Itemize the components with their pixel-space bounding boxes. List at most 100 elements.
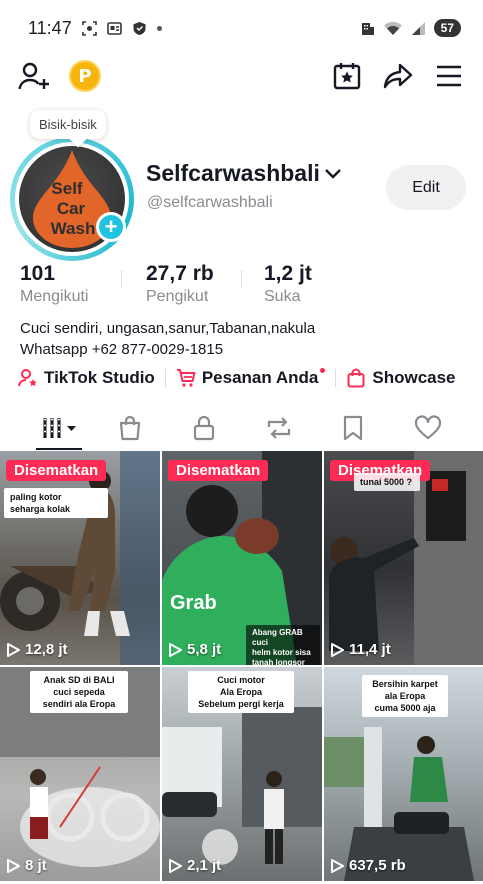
stat-followers[interactable]: 27,7 rb Pengikut bbox=[146, 262, 214, 306]
orders-label: Pesanan Anda bbox=[201, 368, 319, 387]
hamburger-menu-icon bbox=[437, 65, 461, 87]
tab-liked[interactable] bbox=[403, 408, 453, 448]
stat-following[interactable]: 101 Mengikuti bbox=[20, 262, 88, 306]
stat-divider bbox=[241, 270, 242, 288]
view-count: 5,8 jt bbox=[168, 641, 221, 658]
link-divider bbox=[335, 369, 337, 387]
video-thumbnail[interactable]: Disematkan paling kotor seharga kolak 12… bbox=[0, 451, 160, 665]
play-icon bbox=[331, 642, 344, 657]
stat-followers-label: Pengikut bbox=[146, 288, 209, 305]
play-icon bbox=[169, 642, 182, 657]
showcase-link[interactable]: Showcase bbox=[346, 368, 456, 388]
tab-private[interactable] bbox=[179, 408, 229, 448]
pinned-badge: Disematkan bbox=[6, 460, 107, 481]
video-caption: Abang GRAB cuci helm kotor sisa tanah lo… bbox=[246, 625, 320, 665]
display-name-text: Selfcarwashbali bbox=[146, 160, 320, 186]
bookmark-icon bbox=[343, 415, 363, 441]
video-thumbnail[interactable]: Bersihin karpet ala Eropa cuma 5000 aja … bbox=[324, 667, 483, 881]
view-count-text: 637,5 rb bbox=[349, 857, 406, 874]
avatar-logo-text-2: Car bbox=[57, 199, 86, 218]
add-friend-button[interactable] bbox=[16, 58, 52, 94]
svg-text:Grab: Grab bbox=[170, 592, 217, 614]
orders-link[interactable]: Pesanan Anda bbox=[176, 367, 326, 388]
tiktok-studio-link[interactable]: TikTok Studio bbox=[18, 368, 155, 388]
user-star-icon bbox=[18, 369, 37, 387]
dirt-bike-scene bbox=[0, 451, 160, 665]
tab-videos[interactable] bbox=[34, 408, 86, 448]
coin-icon: P bbox=[69, 60, 101, 92]
stat-likes-value: 1,2 jt bbox=[264, 262, 312, 285]
play-icon bbox=[7, 858, 20, 873]
view-count-text: 2,1 jt bbox=[187, 857, 222, 874]
stat-following-value: 101 bbox=[20, 262, 56, 285]
calendar-button[interactable] bbox=[329, 58, 365, 94]
note-bubble[interactable]: Bisik-bisik bbox=[30, 110, 106, 139]
news-icon bbox=[106, 21, 122, 36]
lock-icon bbox=[193, 415, 215, 441]
active-tab-indicator bbox=[36, 448, 82, 450]
add-user-icon bbox=[18, 62, 49, 90]
view-count-text: 8 jt bbox=[25, 857, 47, 874]
shopping-bag-icon bbox=[347, 368, 365, 388]
view-count: 12,8 jt bbox=[6, 641, 68, 658]
play-icon bbox=[331, 858, 344, 873]
video-grid: Disematkan paling kotor seharga kolak 12… bbox=[0, 451, 483, 884]
view-count-text: 5,8 jt bbox=[187, 641, 222, 658]
screenshot-icon bbox=[81, 20, 97, 36]
cart-icon bbox=[176, 369, 196, 387]
tab-reposts[interactable] bbox=[254, 408, 304, 448]
share-button[interactable] bbox=[380, 58, 416, 94]
video-thumbnail[interactable]: Cuci motor Ala Eropa Sebelum pergi kerja… bbox=[162, 667, 322, 881]
video-caption: Cuci motor Ala Eropa Sebelum pergi kerja bbox=[188, 671, 294, 713]
video-caption: paling kotor seharga kolak bbox=[4, 488, 108, 518]
view-count: 8 jt bbox=[6, 857, 47, 874]
tab-shop[interactable] bbox=[105, 408, 155, 448]
edit-profile-button[interactable]: Edit bbox=[386, 165, 466, 210]
bio: Cuci sendiri, ungasan,sanur,Tabanan,naku… bbox=[20, 318, 315, 360]
view-count-text: 11,4 jt bbox=[349, 641, 391, 658]
status-time: 11:47 bbox=[28, 17, 72, 38]
view-count: 637,5 rb bbox=[330, 857, 406, 874]
repost-icon bbox=[267, 417, 291, 439]
calendar-star-icon bbox=[333, 63, 361, 90]
tab-favorites[interactable] bbox=[328, 408, 378, 448]
wifi-icon bbox=[383, 21, 403, 36]
bio-line: Whatsapp +62 877-0029-1815 bbox=[20, 341, 224, 358]
menu-button[interactable] bbox=[431, 58, 467, 94]
stat-following-label: Mengikuti bbox=[20, 288, 89, 305]
view-count-text: 12,8 jt bbox=[25, 641, 68, 658]
plus-icon: + bbox=[104, 214, 118, 239]
video-thumbnail[interactable]: Disematkan tunai 5000 ? 11,4 jt bbox=[324, 451, 483, 665]
avatar-logo-text-1: Self bbox=[51, 179, 83, 198]
stat-likes[interactable]: 1,2 jt Suka bbox=[264, 262, 312, 306]
stat-followers-value: 27,7 rb bbox=[146, 262, 214, 285]
avatar-logo-text-3: Wash bbox=[51, 219, 96, 238]
video-thumbnail[interactable]: Grab Disematkan Abang GRAB cuci helm kot… bbox=[162, 451, 322, 665]
username: @selfcarwashbali bbox=[147, 194, 273, 211]
view-count: 2,1 jt bbox=[168, 857, 221, 874]
add-story-button[interactable]: + bbox=[96, 212, 126, 242]
signal-icon bbox=[411, 21, 426, 36]
display-name[interactable]: Selfcarwashbali bbox=[146, 160, 342, 187]
battery-indicator: 57 bbox=[433, 19, 461, 37]
coins-button[interactable]: P bbox=[67, 58, 103, 94]
stat-divider bbox=[121, 270, 122, 288]
view-count: 11,4 jt bbox=[330, 641, 391, 658]
shopping-bag-icon bbox=[119, 415, 141, 441]
avatar[interactable]: Self Car Wash bbox=[10, 137, 134, 261]
video-caption: Bersihin karpet ala Eropa cuma 5000 aja bbox=[362, 675, 448, 717]
share-arrow-icon bbox=[383, 63, 413, 89]
grid-videos-icon bbox=[43, 418, 76, 438]
video-caption: tunai 5000 ? bbox=[354, 473, 420, 491]
chevron-down-icon bbox=[325, 168, 341, 179]
video-thumbnail[interactable]: Anak SD di BALI cuci sepeda sendiri ala … bbox=[0, 667, 160, 881]
shield-icon bbox=[132, 21, 147, 36]
status-bar: 11:47 57 bbox=[0, 0, 483, 56]
content-tabs bbox=[0, 408, 483, 450]
play-icon bbox=[169, 858, 182, 873]
profile-links: TikTok Studio Pesanan Anda Showcase bbox=[18, 366, 468, 390]
new-badge-dot bbox=[320, 367, 326, 373]
building-icon bbox=[360, 21, 375, 36]
profile-stats: 101 Mengikuti 27,7 rb Pengikut 1,2 jt Su… bbox=[20, 262, 460, 306]
bio-line: Cuci sendiri, ungasan,sanur,Tabanan,naku… bbox=[20, 320, 316, 337]
